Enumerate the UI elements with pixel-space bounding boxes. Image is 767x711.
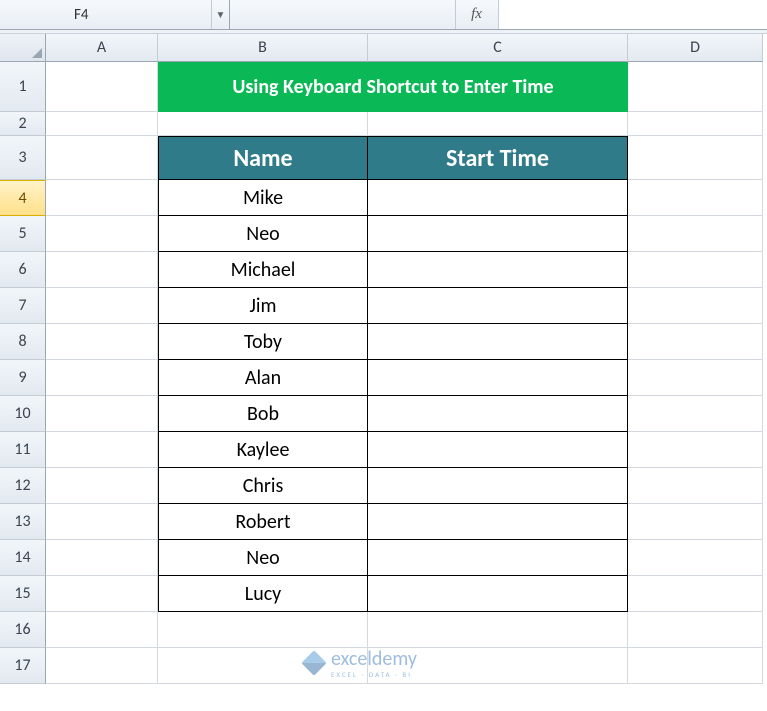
cell-B16[interactable] [158, 612, 368, 648]
cell-B17[interactable] [158, 648, 368, 684]
cell-A2[interactable] [46, 112, 158, 136]
table-cell-start[interactable] [368, 180, 628, 216]
cell-D10[interactable] [628, 396, 763, 432]
cell-A14[interactable] [46, 540, 158, 576]
select-all-corner[interactable] [0, 34, 46, 62]
row-header[interactable]: 5 [0, 216, 46, 252]
table-cell-name[interactable]: Lucy [158, 576, 368, 612]
cell-A9[interactable] [46, 360, 158, 396]
table-cell-name[interactable]: Kaylee [158, 432, 368, 468]
row-header[interactable]: 3 [0, 136, 46, 180]
cell-A15[interactable] [46, 576, 158, 612]
table-cell-name[interactable]: Neo [158, 216, 368, 252]
cell-B2[interactable] [158, 112, 368, 136]
cell-A4[interactable] [46, 180, 158, 216]
row-header[interactable]: 7 [0, 288, 46, 324]
cell-D13[interactable] [628, 504, 763, 540]
cell-D14[interactable] [628, 540, 763, 576]
cell-A13[interactable] [46, 504, 158, 540]
cell-D8[interactable] [628, 324, 763, 360]
table-cell-start[interactable] [368, 432, 628, 468]
row-header[interactable]: 4 [0, 180, 46, 216]
table-cell-name[interactable]: Neo [158, 540, 368, 576]
formula-bar-mid: fx [230, 0, 499, 29]
formula-bar: F4 ▼ fx [0, 0, 767, 30]
table-header-start-time[interactable]: Start Time [368, 136, 628, 180]
row-header[interactable]: 2 [0, 112, 46, 136]
row-header[interactable]: 13 [0, 504, 46, 540]
cell-A5[interactable] [46, 216, 158, 252]
table-cell-name[interactable]: Alan [158, 360, 368, 396]
cell-A1[interactable] [46, 62, 158, 112]
table-cell-start[interactable] [368, 252, 628, 288]
cell-A6[interactable] [46, 252, 158, 288]
table-cell-name[interactable]: Michael [158, 252, 368, 288]
cell-C17[interactable] [368, 648, 628, 684]
cell-A11[interactable] [46, 432, 158, 468]
formula-input[interactable] [499, 0, 767, 29]
col-header-D[interactable]: D [628, 34, 763, 62]
table-cell-start[interactable] [368, 468, 628, 504]
name-box[interactable]: F4 ▼ [0, 0, 230, 29]
row-header[interactable]: 11 [0, 432, 46, 468]
table-cell-start[interactable] [368, 576, 628, 612]
cell-D17[interactable] [628, 648, 763, 684]
cell-A8[interactable] [46, 324, 158, 360]
title-cell[interactable]: Using Keyboard Shortcut to Enter Time [158, 62, 628, 112]
row-header[interactable]: 8 [0, 324, 46, 360]
cell-A7[interactable] [46, 288, 158, 324]
table-cell-name[interactable]: Chris [158, 468, 368, 504]
cell-A3[interactable] [46, 136, 158, 180]
cell-D1[interactable] [628, 62, 763, 112]
cell-D9[interactable] [628, 360, 763, 396]
table-header-name[interactable]: Name [158, 136, 368, 180]
cell-D16[interactable] [628, 612, 763, 648]
name-box-value: F4 [72, 6, 99, 24]
cell-A10[interactable] [46, 396, 158, 432]
cell-D12[interactable] [628, 468, 763, 504]
row-header[interactable]: 12 [0, 468, 46, 504]
col-header-B[interactable]: B [158, 34, 368, 62]
cell-D6[interactable] [628, 252, 763, 288]
table-cell-name[interactable]: Bob [158, 396, 368, 432]
row-header[interactable]: 9 [0, 360, 46, 396]
row-header[interactable]: 16 [0, 612, 46, 648]
cell-D7[interactable] [628, 288, 763, 324]
table-cell-name[interactable]: Jim [158, 288, 368, 324]
table-cell-start[interactable] [368, 324, 628, 360]
cell-A16[interactable] [46, 612, 158, 648]
row-header[interactable]: 10 [0, 396, 46, 432]
cell-D4[interactable] [628, 180, 763, 216]
cell-D3[interactable] [628, 136, 763, 180]
table-cell-name[interactable]: Robert [158, 504, 368, 540]
cell-C16[interactable] [368, 612, 628, 648]
fx-icon[interactable]: fx [455, 0, 499, 29]
table-cell-name[interactable]: Toby [158, 324, 368, 360]
row-header[interactable]: 1 [0, 62, 46, 112]
table-cell-start[interactable] [368, 504, 628, 540]
row-header[interactable]: 17 [0, 648, 46, 684]
col-header-A[interactable]: A [46, 34, 158, 62]
cell-D2[interactable] [628, 112, 763, 136]
table-cell-start[interactable] [368, 360, 628, 396]
cell-A17[interactable] [46, 648, 158, 684]
name-box-dropdown-icon[interactable]: ▼ [211, 0, 229, 29]
table-cell-start[interactable] [368, 288, 628, 324]
table-cell-start[interactable] [368, 216, 628, 252]
spreadsheet-grid[interactable]: A B C D 1 Using Keyboard Shortcut to Ent… [0, 34, 767, 684]
cell-D11[interactable] [628, 432, 763, 468]
cell-D15[interactable] [628, 576, 763, 612]
col-header-C[interactable]: C [368, 34, 628, 62]
table-cell-name[interactable]: Mike [158, 180, 368, 216]
cell-D5[interactable] [628, 216, 763, 252]
row-header[interactable]: 14 [0, 540, 46, 576]
row-header[interactable]: 6 [0, 252, 46, 288]
table-cell-start[interactable] [368, 540, 628, 576]
row-header[interactable]: 15 [0, 576, 46, 612]
cell-C2[interactable] [368, 112, 628, 136]
table-cell-start[interactable] [368, 396, 628, 432]
cell-A12[interactable] [46, 468, 158, 504]
